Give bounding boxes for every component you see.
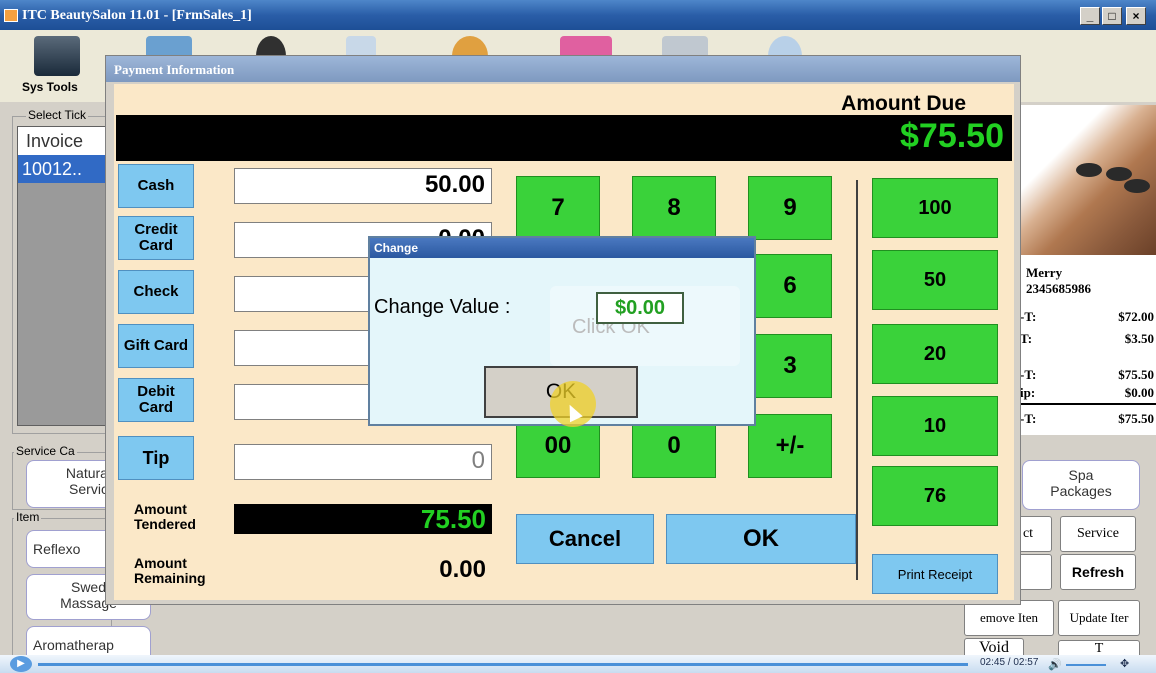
- summary-line: -T: $75.50: [1020, 411, 1156, 431]
- video-time: 02:45 / 02:57: [980, 657, 1039, 668]
- credit-card-button[interactable]: Credit Card: [118, 216, 194, 260]
- amount-tendered-value: 75.50: [234, 504, 492, 534]
- amount-due-value: $75.50: [900, 117, 1004, 155]
- spa-packages-button[interactable]: Spa Packages: [1022, 460, 1140, 510]
- payment-dialog-title: Payment Information: [106, 56, 1020, 82]
- amount-due-bar: $75.50: [116, 115, 1012, 161]
- quick-amount-20[interactable]: 20: [872, 324, 998, 384]
- summary-line: T: $3.50: [1020, 331, 1156, 351]
- tip-button[interactable]: Tip: [118, 436, 194, 480]
- window-title-bar: ITC BeautySalon 11.01 - [FrmSales_1]: [0, 0, 1156, 30]
- fullscreen-icon[interactable]: ✥: [1120, 657, 1129, 670]
- summary-value: $75.50: [1118, 367, 1154, 382]
- massage-photo: [1020, 105, 1156, 255]
- keypad-6[interactable]: 6: [748, 254, 832, 318]
- quick-amount-76[interactable]: 76: [872, 466, 998, 526]
- amount-due-label: Amount Due: [841, 92, 966, 115]
- customer-name: Merry: [1026, 265, 1063, 280]
- payment-ok-button[interactable]: OK: [666, 514, 856, 564]
- volume-icon[interactable]: 🔊: [1048, 658, 1062, 671]
- check-button[interactable]: Check: [118, 270, 194, 314]
- service-category-label: Service Ca: [14, 444, 77, 458]
- tip-field[interactable]: 0: [234, 444, 492, 480]
- amount-remaining-label: Amount Remaining: [134, 555, 206, 586]
- close-button[interactable]: ×: [1126, 7, 1146, 25]
- play-icon[interactable]: ▶: [10, 656, 32, 672]
- summary-value: $72.00: [1118, 309, 1154, 324]
- change-value-field: $0.00: [596, 292, 684, 324]
- invoice-column-header[interactable]: Invoice: [18, 127, 106, 155]
- summary-line: -T: $75.50: [1020, 367, 1156, 387]
- summary-label: T:: [1020, 331, 1033, 346]
- app-icon: [4, 9, 18, 22]
- customer-phone: 2345685986: [1026, 281, 1091, 296]
- stone-icon: [1076, 163, 1102, 177]
- summary-value: $0.00: [1124, 385, 1154, 400]
- stone-icon: [1106, 167, 1132, 181]
- select-ticket-label: Select Tick: [26, 108, 89, 122]
- customer-info-panel: Merry 2345685986 -T: $72.00 T: $3.50 -T:…: [1020, 255, 1156, 435]
- sys-tools-label: Sys Tools: [22, 80, 78, 94]
- print-receipt-button[interactable]: Print Receipt: [872, 554, 998, 594]
- quick-amount-10[interactable]: 10: [872, 396, 998, 456]
- summary-label: ip:: [1020, 385, 1036, 400]
- stone-icon: [1124, 179, 1150, 193]
- summary-line: -T: $72.00: [1020, 309, 1156, 329]
- gift-card-button[interactable]: Gift Card: [118, 324, 194, 368]
- amount-remaining-value: 0.00: [439, 556, 486, 583]
- summary-divider: [1020, 403, 1156, 405]
- keypad-divider: [856, 180, 858, 580]
- cash-field[interactable]: 50.00: [234, 168, 492, 204]
- change-value-label: Change Value :: [374, 296, 511, 318]
- keypad-plus-minus[interactable]: +/-: [748, 414, 832, 478]
- quick-amount-50[interactable]: 50: [872, 250, 998, 310]
- seek-bar[interactable]: [38, 663, 968, 666]
- invoice-row[interactable]: 10012..: [18, 155, 106, 183]
- cash-button[interactable]: Cash: [118, 164, 194, 208]
- keypad-9[interactable]: 9: [748, 176, 832, 240]
- keypad-7[interactable]: 7: [516, 176, 600, 240]
- refresh-button[interactable]: Refresh: [1060, 554, 1136, 590]
- item-label: Item: [14, 510, 42, 524]
- keypad-8[interactable]: 8: [632, 176, 716, 240]
- service-button[interactable]: Service: [1060, 516, 1136, 552]
- summary-label: -T:: [1020, 367, 1037, 382]
- summary-label: -T:: [1020, 411, 1037, 426]
- change-dialog-title: Change: [370, 238, 754, 258]
- update-item-button[interactable]: Update Iter: [1058, 600, 1140, 636]
- cancel-button[interactable]: Cancel: [516, 514, 654, 564]
- maximize-button[interactable]: □: [1102, 7, 1122, 25]
- volume-slider[interactable]: [1066, 664, 1106, 666]
- summary-label: -T:: [1020, 309, 1037, 324]
- video-player-bar: ▶ 02:45 / 02:57 🔊 ✥: [0, 655, 1156, 673]
- remove-item-button[interactable]: emove Iten: [964, 600, 1054, 636]
- sys-tools-icon[interactable]: [34, 36, 80, 76]
- keypad-3[interactable]: 3: [748, 334, 832, 398]
- window-title: ITC BeautySalon 11.01 - [FrmSales_1]: [22, 8, 252, 23]
- minimize-button[interactable]: _: [1080, 7, 1100, 25]
- amount-tendered-label: Amount Tendered: [134, 501, 196, 532]
- quick-amount-100[interactable]: 100: [872, 178, 998, 238]
- debit-card-button[interactable]: Debit Card: [118, 378, 194, 422]
- summary-value: $75.50: [1118, 411, 1154, 426]
- summary-line: ip: $0.00: [1020, 385, 1156, 405]
- summary-value: $3.50: [1124, 331, 1154, 346]
